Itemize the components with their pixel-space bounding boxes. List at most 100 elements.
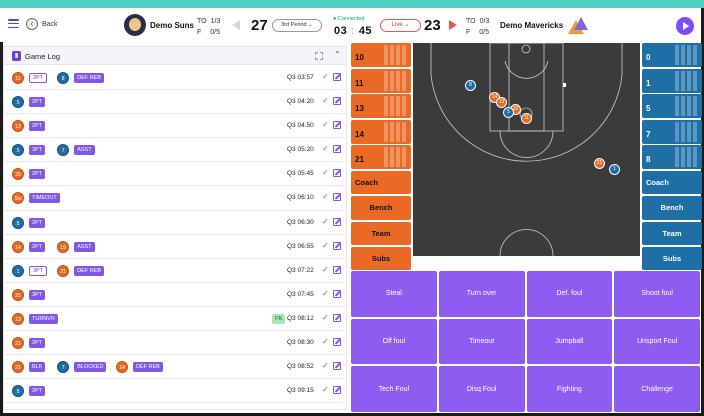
- table-row[interactable]: 20 2PT Q3 05:45 ✓: [4, 162, 346, 187]
- shot-marker[interactable]: 21: [594, 158, 605, 169]
- action-button-shoot-foul[interactable]: Shoot foul: [614, 271, 700, 317]
- table-row[interactable]: 5 2PT Q3 04:20 ✓: [4, 90, 346, 115]
- table-row[interactable]: 21 2PT Q3 08:30 ✓: [4, 331, 346, 356]
- action-button-turn-over[interactable]: Turn over: [438, 271, 525, 317]
- game-clock[interactable]: 03:45: [334, 25, 372, 37]
- away-score: 23: [424, 17, 441, 34]
- scoreboard-header: ‹ Back Demo Suns TO 1/3 F 0/5 27 3rd Perio…: [0, 8, 698, 42]
- edit-icon[interactable]: [333, 217, 341, 226]
- table-row[interactable]: 13 TURNVR FB Q3 08:12 ✓: [4, 307, 346, 332]
- edit-icon[interactable]: [333, 313, 341, 322]
- away-timeouts-fouls: TO 0/3 F 0/5: [466, 18, 490, 36]
- table-row[interactable]: 11 2PT 8 DEF REB Q3 03:57 ✓: [4, 66, 346, 91]
- event-tag: DEF REB: [133, 362, 163, 373]
- shot-marker[interactable]: 5: [503, 107, 514, 118]
- table-row[interactable]: 5 3PT 7 ASST Q3 05:20 ✓: [4, 138, 346, 163]
- home-player-button[interactable]: 13: [351, 94, 411, 119]
- shot-marker[interactable]: 11: [521, 113, 532, 124]
- edit-icon[interactable]: [333, 241, 341, 250]
- table-row[interactable]: 5 2PT Q3 06:30 ✓: [4, 211, 346, 235]
- home-team-logo: [124, 14, 146, 36]
- player-badge: 5: [12, 144, 24, 157]
- action-button-tech-foul[interactable]: Tech Foul: [351, 366, 437, 412]
- away-player-button[interactable]: 1: [642, 68, 702, 93]
- action-button-challenge[interactable]: Challenge: [614, 366, 700, 412]
- away-player-button[interactable]: 0: [642, 43, 702, 67]
- event-time: Q3 08:12: [287, 314, 314, 322]
- away-player-button[interactable]: 8: [642, 145, 702, 170]
- event-time: Q3 09:15: [287, 387, 314, 395]
- shot-marker[interactable]: 8: [465, 80, 476, 91]
- table-row[interactable]: 1 3PT 21 DEF REB Q3 07:22 ✓: [4, 259, 346, 283]
- chevron-left-icon: ‹: [30, 19, 34, 28]
- check-icon: ✓: [322, 361, 329, 371]
- court-map[interactable]: 8 14 13 10 5 11 21 1: [413, 43, 640, 256]
- action-button-off-foul[interactable]: Off foul: [351, 318, 437, 365]
- event-tag: BLK: [29, 362, 46, 373]
- menu-icon[interactable]: [8, 19, 19, 28]
- edit-icon[interactable]: [333, 265, 341, 274]
- away-subs-button[interactable]: Subs: [642, 246, 702, 271]
- player-badge: 19: [57, 240, 70, 253]
- away-player-button[interactable]: 5: [642, 94, 702, 119]
- possession-right-arrow-icon[interactable]: [449, 20, 457, 30]
- event-tag: TURNVR: [29, 313, 58, 324]
- edit-icon[interactable]: [333, 193, 341, 202]
- home-player-button[interactable]: 10: [351, 43, 411, 67]
- edit-icon[interactable]: [333, 145, 341, 154]
- event-tag: 3PT: [29, 145, 46, 156]
- chevron-down-icon: ⌄: [308, 22, 313, 28]
- away-team-button[interactable]: Team: [642, 221, 702, 246]
- check-icon: ✓: [322, 144, 329, 154]
- action-button-fighting[interactable]: Fighting: [526, 366, 613, 412]
- player-stat-grid: [675, 147, 699, 168]
- action-button-steal[interactable]: Steal: [351, 271, 437, 317]
- edit-icon[interactable]: [333, 338, 341, 347]
- edit-icon[interactable]: [333, 169, 341, 178]
- home-bench-button[interactable]: Bench: [351, 196, 411, 220]
- event-time: Q3 06:30: [287, 218, 314, 226]
- edit-icon[interactable]: [333, 121, 341, 130]
- edit-icon[interactable]: [333, 362, 341, 371]
- shot-marker[interactable]: 13: [496, 97, 507, 108]
- back-label[interactable]: Back: [42, 21, 58, 28]
- home-player-button[interactable]: 21: [351, 145, 411, 170]
- event-time: Q3 04:20: [287, 98, 314, 106]
- action-button-disq-foul[interactable]: Disq Foul: [438, 366, 525, 412]
- possession-left-arrow-icon[interactable]: [232, 20, 240, 30]
- edit-icon[interactable]: [333, 386, 341, 395]
- table-row[interactable]: 5 2PT Q3 09:15 ✓: [4, 379, 346, 404]
- expand-icon[interactable]: [315, 52, 323, 60]
- home-team-button[interactable]: Team: [351, 221, 411, 246]
- play-icon[interactable]: [676, 17, 694, 35]
- live-select[interactable]: Live ⌄: [380, 19, 421, 32]
- action-button-timeout[interactable]: Timeout: [438, 318, 525, 365]
- away-bench-button[interactable]: Bench: [642, 196, 702, 220]
- action-button-unsport-foul[interactable]: Unsport Foul: [614, 318, 700, 365]
- table-row[interactable]: Sw TIMEOUT Q3 06:10 ✓: [4, 186, 346, 211]
- away-coach-button[interactable]: Coach: [642, 170, 702, 195]
- player-badge: 5: [12, 385, 24, 398]
- player-badge: 8: [57, 72, 70, 84]
- edit-icon[interactable]: [333, 97, 341, 106]
- event-time: Q3 06:10: [287, 194, 314, 202]
- away-team-logo: [566, 14, 588, 36]
- shot-marker[interactable]: 1: [609, 164, 620, 175]
- home-subs-button[interactable]: Subs: [351, 246, 411, 271]
- chevron-up-icon[interactable]: ⌃: [334, 50, 341, 59]
- away-player-button[interactable]: 7: [642, 119, 702, 144]
- home-player-button[interactable]: 11: [351, 68, 411, 93]
- player-badge: 7: [57, 361, 70, 374]
- table-row[interactable]: 14 2PT 19 ASST Q3 06:55 ✓: [4, 235, 346, 259]
- action-button-jumpball[interactable]: Jumpball: [526, 318, 613, 365]
- table-row[interactable]: 25 3PT Q3 07:45 ✓: [4, 283, 346, 307]
- edit-icon[interactable]: [333, 289, 341, 298]
- table-row[interactable]: 13 2PT Q3 04:50 ✓: [4, 114, 346, 139]
- home-player-button[interactable]: 14: [351, 119, 411, 144]
- home-coach-button[interactable]: Coach: [351, 170, 411, 195]
- period-select[interactable]: 3rd Period ⌄: [272, 19, 322, 32]
- edit-icon[interactable]: [333, 73, 341, 81]
- table-row[interactable]: 21 BLK 7 BLOCKED 14 DEF REB Q3 08:52 ✓: [4, 355, 346, 380]
- action-button-def-foul[interactable]: Def. foul: [526, 271, 613, 317]
- back-button[interactable]: ‹: [26, 18, 38, 30]
